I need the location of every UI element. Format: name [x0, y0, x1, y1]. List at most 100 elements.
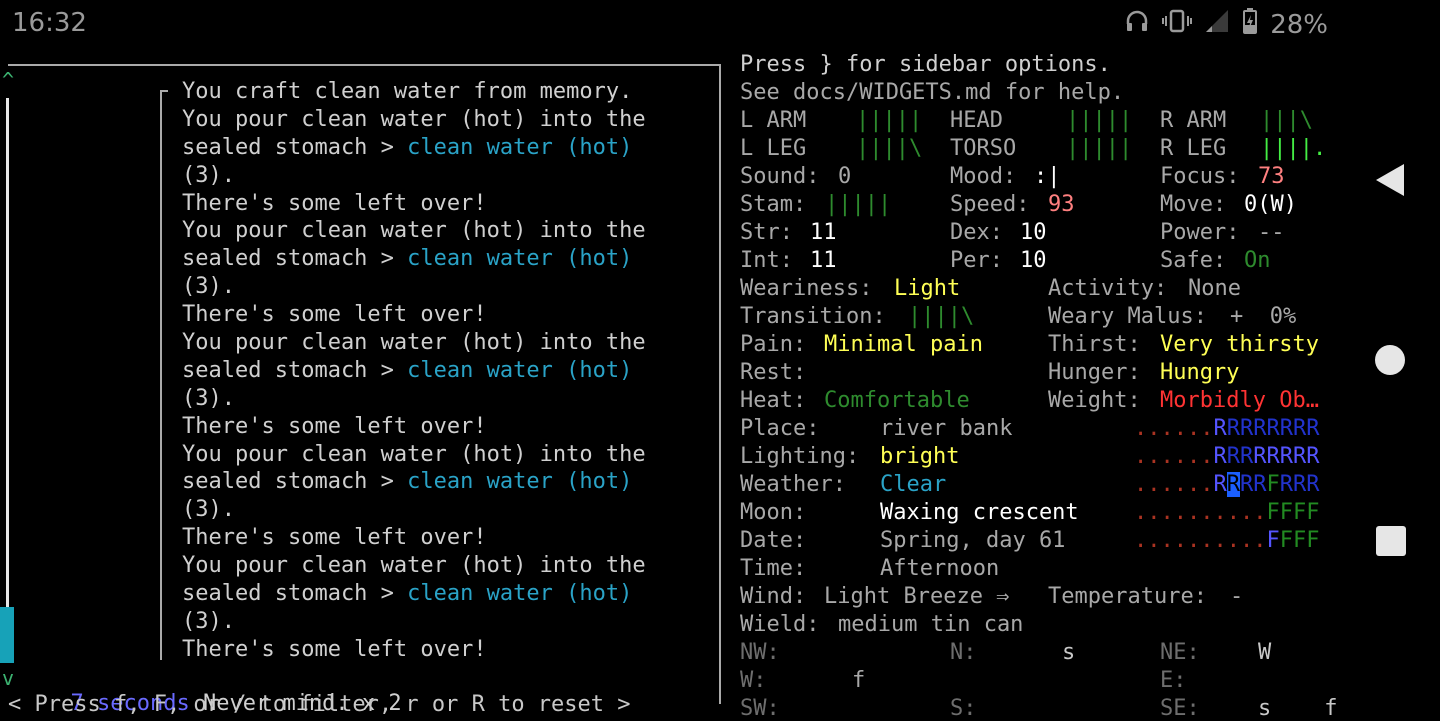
body-part-health-bar: |||||: [1066, 136, 1133, 161]
log-line: (3).: [182, 608, 646, 636]
weary-malus-value: + 0%: [1230, 304, 1297, 329]
log-text: You pour clean water (hot) into the: [182, 553, 646, 579]
battery-icon: [1242, 8, 1258, 41]
thirst-label: Thirst:: [1048, 332, 1141, 357]
log-line: You pour clean water (hot) into the: [182, 552, 646, 580]
power-value: --: [1258, 220, 1285, 245]
temperature-value: -: [1230, 584, 1244, 609]
log-line: There's some left over!: [182, 524, 646, 552]
signal-icon: [1204, 8, 1230, 41]
body-part-label: R LEG: [1160, 136, 1227, 161]
dex-value: 10: [1020, 220, 1047, 245]
wield-label: Wield:: [740, 612, 820, 637]
log-line: sealed stomach > clean water (hot): [182, 245, 646, 273]
status-icons: 28%: [1124, 8, 1328, 41]
log-text: sealed stomach >: [182, 357, 408, 383]
moon-label: Moon:: [740, 500, 807, 525]
minimap-tile: F: [1266, 528, 1280, 553]
clock: 16:32: [12, 8, 87, 38]
minimap-tile: FFFF: [1266, 500, 1320, 525]
log-line: There's some left over!: [182, 190, 646, 218]
body-part-health-bar: |||||: [856, 108, 923, 133]
scroll-down-indicator[interactable]: v: [2, 666, 14, 690]
wield-value: medium tin can: [838, 612, 1024, 637]
sidebar-header: Press } for sidebar options.: [740, 52, 1111, 77]
log-line: sealed stomach > clean water (hot): [182, 357, 646, 385]
compass-creature: f: [852, 668, 866, 693]
filter-hint: < Press f, F, or / to filter, r or R to …: [8, 692, 631, 717]
minimap-tile: ..........: [1134, 528, 1267, 553]
wind-label: Wind:: [740, 584, 807, 609]
str-label: Str:: [740, 220, 793, 245]
weather-value: Clear: [880, 472, 947, 497]
body-part-label: TORSO: [950, 136, 1017, 161]
compass-creature: s f: [1258, 696, 1338, 721]
minimap-tile: F: [1266, 472, 1280, 497]
scrollbar-thumb[interactable]: [0, 607, 14, 663]
log-text: There's some left over!: [182, 413, 487, 439]
weariness-value: Light: [894, 276, 961, 301]
minimap-tile: RR: [1239, 472, 1267, 497]
log-line: You pour clean water (hot) into the: [182, 106, 646, 134]
back-button[interactable]: [1370, 160, 1410, 200]
home-button[interactable]: [1370, 340, 1410, 380]
transition-bar: ||||\: [908, 304, 975, 329]
log-text: You pour clean water (hot) into the: [182, 218, 646, 244]
mood-label: Mood:: [950, 164, 1017, 189]
log-line: You craft clean water from memory.: [182, 78, 646, 106]
item-name: clean water (hot): [407, 469, 633, 495]
minimap-row: ......RRRRRRRR: [1134, 444, 1319, 469]
body-part-label: L ARM: [740, 108, 807, 133]
compass-direction: NE:: [1160, 640, 1200, 665]
minimap-tile: RR: [1226, 444, 1254, 469]
scroll-up-indicator[interactable]: ^: [2, 68, 14, 92]
weather-label: Weather:: [740, 472, 846, 497]
compass-direction: W:: [740, 668, 767, 693]
move-label: Move:: [1160, 192, 1227, 217]
player-cursor: R: [1226, 472, 1240, 497]
minimap-tile: FFF: [1279, 528, 1320, 553]
stam-label: Stam:: [740, 192, 807, 217]
compass-direction: NW:: [740, 640, 780, 665]
log-line: (3).: [182, 162, 646, 190]
thirst-value: Very thirsty: [1160, 332, 1319, 357]
recents-button[interactable]: [1370, 520, 1410, 560]
mood-value: :|: [1034, 164, 1061, 189]
date-value: Spring, day 61: [880, 528, 1066, 553]
compass-direction: S:: [950, 696, 977, 721]
message-log-bracket: [160, 90, 168, 660]
move-value: 0(W): [1244, 192, 1297, 217]
focus-value: 73: [1258, 164, 1285, 189]
minimap-tile: RRR: [1279, 472, 1320, 497]
compass-creature: s: [1062, 640, 1076, 665]
navigation-bar: [1340, 0, 1440, 720]
compass-creature: W: [1258, 640, 1272, 665]
stam-bar: |||||: [825, 192, 892, 217]
body-part-label: HEAD: [950, 108, 1003, 133]
log-text: (3).: [182, 497, 235, 523]
log-line: sealed stomach > clean water (hot): [182, 468, 646, 496]
place-value: river bank: [880, 416, 1013, 441]
moon-value: Waxing crescent: [880, 500, 1079, 525]
scrollbar-track[interactable]: [6, 98, 9, 608]
transition-label: Transition:: [740, 304, 886, 329]
minimap-tile: ......: [1134, 444, 1214, 469]
sidebar-help: See docs/WIDGETS.md for help.: [740, 80, 1125, 105]
place-label: Place:: [740, 416, 820, 441]
lighting-label: Lighting:: [740, 444, 860, 469]
body-part-label: R ARM: [1160, 108, 1227, 133]
compass-direction: N:: [950, 640, 977, 665]
safe-value: On: [1244, 248, 1271, 273]
log-line: You pour clean water (hot) into the: [182, 329, 646, 357]
activity-label: Activity:: [1048, 276, 1168, 301]
log-line: (3).: [182, 385, 646, 413]
compass-direction: SW:: [740, 696, 780, 721]
hunger-label: Hunger:: [1048, 360, 1141, 385]
dex-label: Dex:: [950, 220, 1003, 245]
log-text: You craft clean water from memory.: [182, 79, 633, 104]
log-line: sealed stomach > clean water (hot): [182, 580, 646, 608]
minimap-tile: RRRRRRR: [1226, 416, 1320, 441]
log-text: (3).: [182, 274, 235, 300]
log-text: sealed stomach >: [182, 246, 408, 272]
weight-label: Weight:: [1048, 388, 1141, 413]
